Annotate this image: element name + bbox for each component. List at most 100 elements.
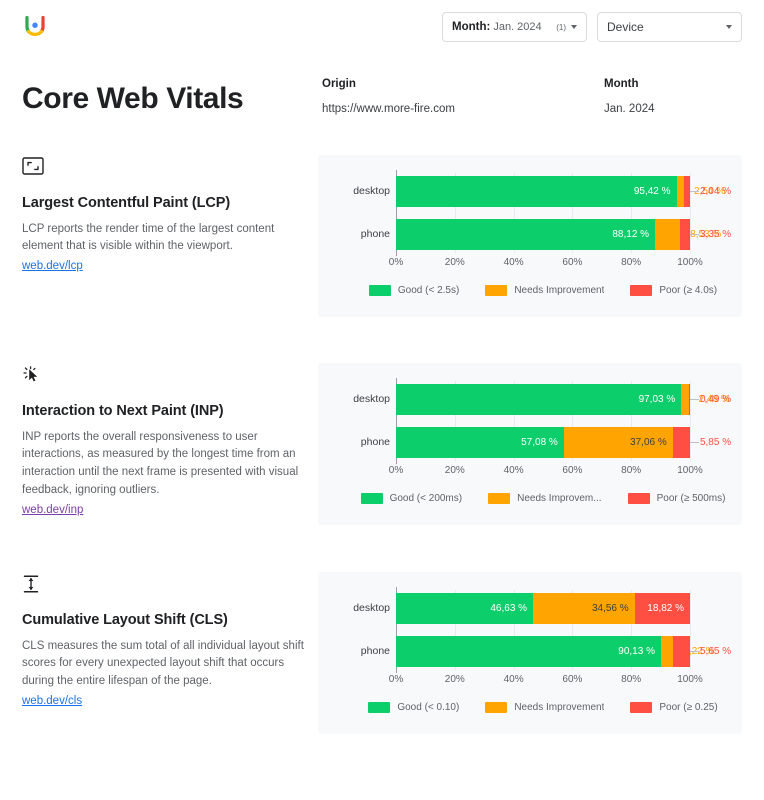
bar-segment-label: 34,56 % — [591, 602, 629, 614]
x-axis-tick: 60% — [562, 464, 583, 476]
legend-label: Needs Improvem... — [517, 492, 602, 504]
x-axis-lcp: 0% 20% 40% 60% 80% 100% — [389, 256, 703, 271]
device-filter-dropdown[interactable]: Device — [597, 12, 742, 42]
legend-item[interactable]: Needs Improvement — [485, 284, 604, 296]
bar-segment-poor[interactable]: 2,04 % — [683, 175, 731, 207]
x-axis-tick: 40% — [503, 673, 524, 685]
metric-title-lcp: Largest Contentful Paint (LCP) — [22, 194, 231, 211]
x-axis-tick: 0% — [388, 256, 404, 268]
device-filter-label: Device — [607, 20, 644, 34]
metric-description-text-lcp: LCP reports the render time of the large… — [22, 222, 275, 253]
bar-row-label: phone — [360, 645, 390, 657]
bar-segment-needs_improvement[interactable]: 2,48 % — [681, 383, 730, 415]
bar-segment-label: 57,08 % — [521, 436, 558, 448]
label-leader-line — [689, 442, 699, 443]
origin-value: https://www.more-fire.com — [322, 103, 455, 115]
crux-u-logo-icon — [22, 14, 48, 40]
month-label: Month — [604, 78, 639, 90]
metric-description-text-inp: INP reports the overall responsiveness t… — [22, 430, 299, 496]
metric-link-inp[interactable]: web.dev/inp — [22, 504, 83, 516]
legend-item[interactable]: Poor (≥ 4.0s) — [630, 284, 718, 296]
x-axis-tick: 40% — [503, 256, 524, 268]
legend-label: Good (< 2.5s) — [397, 284, 460, 296]
bar-segment-good[interactable]: 95,42 % — [396, 175, 677, 207]
legend-label: Poor (≥ 0.25) — [659, 701, 718, 713]
metric-sections: Largest Contentful Paint (LCP) LCP report… — [0, 154, 764, 734]
chart-legend-cls: Good (< 0.10) Needs Improvement Poor (≥ 0.… — [332, 701, 728, 713]
plot-area-lcp: desktop 95,42 % 2,54 % 2,04 % phone 88,12 % 8,… — [353, 169, 731, 256]
legend-swatch-icon — [368, 284, 391, 296]
gridline — [690, 589, 691, 670]
bar-segment-good[interactable]: 46,63 % — [396, 592, 534, 624]
metric-link-cls[interactable]: web.dev/cls — [22, 695, 82, 707]
bar-segment-needs_improvement[interactable]: 4,22 % — [660, 635, 715, 667]
metric-link-lcp[interactable]: web.dev/lcp — [22, 260, 83, 272]
month-value: Jan. 2024 — [604, 103, 655, 115]
bar-row-desktop: desktop 97,03 % 2,48 % 0,49 % — [353, 383, 731, 415]
gridline — [690, 172, 691, 253]
legend-swatch-icon — [360, 492, 383, 504]
month-filter-dropdown[interactable]: Month: Jan. 2024 (1) — [442, 12, 587, 42]
chart-card-inp: desktop 97,03 % 2,48 % 0,49 % phone 57,08 % 37… — [318, 362, 742, 525]
x-axis-tick: 60% — [562, 673, 583, 685]
legend-swatch-icon — [488, 492, 511, 504]
bar-segment-good[interactable]: 97,03 % — [396, 383, 682, 415]
bar-row-phone: phone 57,08 % 37,06 % 5,85 % — [361, 426, 731, 458]
legend-item[interactable]: Good (< 200ms) — [360, 492, 462, 504]
bar-segment-label: 5,65 % — [699, 645, 732, 657]
legend-item[interactable]: Good (< 0.10) — [368, 701, 460, 713]
bar-segment-needs_improvement[interactable]: 34,56 % — [533, 592, 635, 624]
bar-segment-label: 88,12 % — [612, 228, 650, 240]
bar-segment-good[interactable]: 90,13 % — [396, 635, 661, 667]
bar-segment-label: 90,13 % — [618, 645, 655, 657]
bar-segment-good[interactable]: 57,08 % — [396, 426, 564, 458]
x-axis-tick: 20% — [444, 256, 465, 268]
bar-segment-poor[interactable]: 3,35 % — [680, 218, 731, 250]
legend-swatch-icon — [627, 492, 650, 504]
metric-description-lcp: Largest Contentful Paint (LCP) LCP report… — [22, 155, 318, 275]
cumulative-layout-shift-icon — [22, 574, 318, 598]
bar-segment-label: 37,06 % — [630, 436, 667, 448]
bar-segment-poor[interactable]: 5,85 % — [672, 426, 731, 458]
x-axis-tick: 0% — [388, 673, 404, 685]
legend-item[interactable]: Poor (≥ 500ms) — [627, 492, 725, 504]
legend-item[interactable]: Needs Improvement — [485, 701, 605, 713]
legend-swatch-icon — [630, 701, 653, 713]
bar-segment-label: 46,63 % — [490, 602, 528, 614]
legend-label: Good (< 0.10) — [397, 701, 460, 713]
label-leader-line — [689, 191, 699, 192]
legend-label: Needs Improvement — [514, 701, 605, 713]
legend-item[interactable]: Needs Improvem... — [488, 492, 602, 504]
bar-segment-needs_improvement[interactable]: 2,54 % — [676, 175, 725, 207]
bar-row-phone: phone 88,12 % 8,53 % 3,35 % — [361, 218, 731, 250]
bar-segment-needs_improvement[interactable]: 37,06 % — [563, 426, 673, 458]
bar-segment-good[interactable]: 88,12 % — [396, 218, 656, 250]
x-axis-tick: 80% — [621, 464, 642, 476]
x-axis-tick: 60% — [562, 256, 583, 268]
bar-segment-label: 3,35 % — [699, 228, 732, 240]
origin-info: Origin https://www.more-fire.com — [322, 72, 604, 115]
x-axis-tick: 40% — [503, 464, 524, 476]
page-title: Core Web Vitals — [22, 82, 244, 115]
x-axis-tick: 100% — [677, 673, 703, 685]
chevron-down-icon — [571, 25, 577, 29]
bar-segment-label: 5,85 % — [699, 436, 732, 448]
bar-segment-needs_improvement[interactable]: 8,53 % — [655, 218, 721, 250]
bar-segment-poor[interactable]: 18,82 % — [634, 592, 690, 624]
topbar-controls: Month: Jan. 2024 (1) Device — [442, 12, 742, 42]
legend-swatch-icon — [630, 284, 653, 296]
bar-segment-poor[interactable]: 5,65 % — [673, 635, 731, 667]
bar-row-label: desktop — [353, 185, 390, 197]
bar-segment-poor[interactable]: 0,49 % — [688, 383, 731, 415]
bar-row-phone: phone 90,13 % 4,22 % 5,65 % — [361, 635, 731, 667]
page-header: Core Web Vitals Origin https://www.more-… — [0, 54, 764, 117]
legend-item[interactable]: Good (< 2.5s) — [368, 284, 460, 296]
legend-item[interactable]: Poor (≥ 0.25) — [630, 701, 718, 713]
chart-area-inp: desktop 97,03 % 2,48 % 0,49 % phone 57,08 % 37… — [332, 377, 731, 477]
legend-label: Poor (≥ 4.0s) — [659, 284, 718, 296]
gridline — [690, 380, 691, 461]
chart-card-cls: desktop 46,63 % 34,56 % 18,82 % phone 90,13 %… — [318, 571, 742, 734]
chart-legend-lcp: Good (< 2.5s) Needs Improvement Poor (≥ 4.… — [332, 284, 728, 296]
x-axis-tick: 100% — [677, 464, 703, 476]
metric-description-cls: Cumulative Layout Shift (CLS) CLS measure… — [22, 572, 318, 709]
